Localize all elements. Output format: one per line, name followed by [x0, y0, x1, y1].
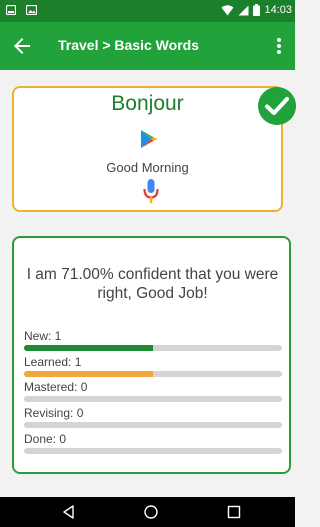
stat-done: Done: 0 [24, 432, 282, 454]
stat-new: New: 1 [24, 329, 282, 351]
progress-track [24, 371, 282, 377]
signal-icon [238, 5, 249, 15]
wifi-icon [221, 4, 234, 15]
play-icon[interactable] [139, 129, 159, 149]
stat-revising: Revising: 0 [24, 406, 282, 428]
progress-track [24, 422, 282, 428]
image-icon [26, 5, 37, 15]
arrow-left-icon[interactable] [10, 34, 34, 58]
stat-label: New: 1 [24, 329, 62, 343]
stat-learned: Learned: 1 [24, 355, 282, 377]
page-title: Travel > Basic Words [58, 37, 199, 53]
nav-home-icon[interactable] [143, 504, 159, 520]
notification-icon [6, 5, 16, 15]
nav-back-icon[interactable] [61, 504, 77, 520]
stat-label: Learned: 1 [24, 355, 82, 369]
word-text: Bonjour [111, 92, 184, 115]
more-vert-icon[interactable] [271, 34, 287, 58]
status-time: 14:03 [264, 4, 292, 16]
battery-icon [253, 4, 261, 16]
stat-mastered: Mastered: 0 [24, 380, 282, 402]
confidence-message: I am 71.00% confident that you were righ… [26, 266, 279, 302]
status-bar: 14:03 [0, 0, 295, 22]
app-bar: Travel > Basic Words [0, 22, 295, 70]
mic-icon[interactable] [143, 179, 159, 205]
word-card: Bonjour Good Morning [12, 86, 283, 212]
progress-fill [24, 371, 153, 377]
nav-recents-icon[interactable] [226, 504, 242, 520]
translation-text: Good Morning [106, 160, 189, 175]
stats-card: I am 71.00% confident that you were righ… [12, 236, 291, 474]
stat-label: Revising: 0 [24, 406, 84, 420]
stat-label: Mastered: 0 [24, 380, 88, 394]
progress-fill [24, 345, 153, 351]
check-icon [258, 87, 296, 125]
progress-track [24, 396, 282, 402]
progress-track [24, 448, 282, 454]
progress-track [24, 345, 282, 351]
navigation-bar [0, 497, 295, 527]
stat-label: Done: 0 [24, 432, 67, 446]
